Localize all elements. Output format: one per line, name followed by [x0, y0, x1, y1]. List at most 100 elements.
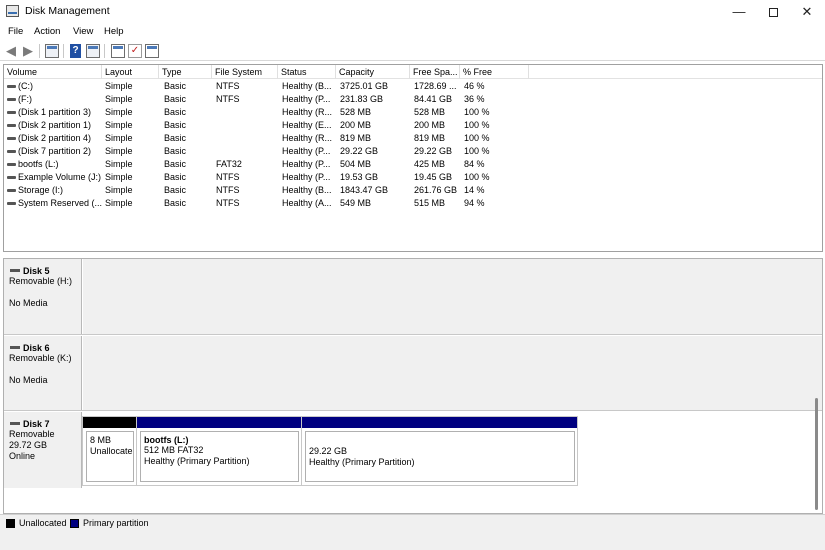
column-header-volume[interactable]: Volume: [4, 65, 102, 79]
disk-media-status: No Media: [9, 375, 48, 385]
table-cell: Basic: [164, 198, 187, 208]
column-header-capacity[interactable]: Capacity: [336, 65, 410, 79]
table-cell: 504 MB: [340, 159, 372, 169]
table-cell: Healthy (R...: [282, 133, 333, 143]
disk-size: 29.72 GB: [9, 440, 48, 450]
table-cell: Basic: [164, 133, 187, 143]
table-cell: Healthy (A...: [282, 198, 332, 208]
column-header-status[interactable]: Status: [278, 65, 336, 79]
table-cell: 100 %: [464, 146, 490, 156]
table-cell: Healthy (E...: [282, 120, 332, 130]
legend-swatch: [70, 519, 79, 529]
rescan-icon[interactable]: [111, 44, 125, 58]
table-cell: (Disk 2 partition 4): [18, 133, 92, 143]
table-row[interactable]: Storage (I:) Simple Basic NTFS Healthy (B...…: [4, 184, 822, 197]
partition-color-bar: [83, 417, 136, 428]
table-cell: (F:): [18, 94, 32, 104]
menu-file[interactable]: File: [8, 26, 23, 37]
table-row[interactable]: (Disk 2 partition 4) Simple Basic Healthy (…: [4, 132, 822, 145]
forward-arrow-icon[interactable]: ▶: [21, 44, 35, 58]
table-cell: 1843.47 GB: [340, 185, 389, 195]
disk-6-row[interactable]: Disk 6 Removable (K:) No Media: [4, 336, 822, 411]
menu-bar: File Action View Help: [0, 23, 825, 41]
table-cell: Basic: [164, 146, 187, 156]
column-header-free-space[interactable]: Free Spa...: [410, 65, 460, 79]
table-cell: Simple: [105, 146, 133, 156]
partition-details: 8 MB Unallocate: [86, 431, 134, 482]
table-row[interactable]: bootfs (L:) Simple Basic FAT32 Healthy (P...…: [4, 158, 822, 171]
column-header-type[interactable]: Type: [159, 65, 212, 79]
maximize-button[interactable]: [756, 0, 790, 23]
volume-icon: [7, 163, 16, 166]
disk-6-info[interactable]: Disk 6 Removable (K:) No Media: [4, 336, 82, 410]
column-header-percent-free[interactable]: % Free: [460, 65, 529, 79]
table-cell: 819 MB: [414, 133, 446, 143]
legend-primary-partition: Primary partition: [70, 518, 149, 529]
table-row[interactable]: (F:) Simple Basic NTFS Healthy (P... 231.83 G…: [4, 93, 822, 106]
volume-list: Volume Layout Type File System Status Ca…: [3, 64, 823, 252]
partition-disk-7-partition-2[interactable]: 29.22 GB Healthy (Primary Partition): [302, 417, 577, 485]
close-button[interactable]: ✕: [790, 0, 824, 23]
table-cell: 14 %: [464, 185, 485, 195]
table-cell: Basic: [164, 107, 187, 117]
table-cell: Basic: [164, 159, 187, 169]
table-row[interactable]: (Disk 7 partition 2) Simple Basic Healthy (…: [4, 145, 822, 158]
disk-5-row[interactable]: Disk 5 Removable (H:) No Media: [4, 259, 822, 335]
partition-status: Healthy (Primary Partition): [309, 457, 415, 467]
toolbar-separator: [104, 44, 105, 58]
partition-color-bar: [302, 417, 577, 428]
partition-bootfs[interactable]: bootfs (L:) 512 MB FAT32 Healthy (Primar…: [137, 417, 302, 485]
disk-type: Removable: [9, 429, 55, 439]
help-icon[interactable]: ?: [70, 44, 81, 58]
partition-unallocated[interactable]: 8 MB Unallocate: [83, 417, 137, 485]
table-cell: 261.76 GB: [414, 185, 458, 195]
toolbar-separator: [39, 44, 40, 58]
table-cell: 84.41 GB: [414, 94, 453, 104]
volume-icon: [7, 124, 16, 127]
table-row[interactable]: Example Volume (J:) Simple Basic NTFS Health…: [4, 171, 822, 184]
table-cell: 94 %: [464, 198, 485, 208]
disk-6-area: [83, 336, 822, 410]
menu-help[interactable]: Help: [104, 26, 124, 37]
minimize-button[interactable]: —: [722, 0, 756, 23]
table-cell: 200 MB: [414, 120, 446, 130]
menu-action[interactable]: Action: [34, 26, 60, 37]
menu-view[interactable]: View: [73, 26, 93, 37]
table-cell: 19.45 GB: [414, 172, 453, 182]
properties-icon[interactable]: [86, 44, 100, 58]
table-row[interactable]: (Disk 2 partition 1) Simple Basic Healthy (…: [4, 119, 822, 132]
disk-status: Online: [9, 451, 36, 461]
table-cell: NTFS: [216, 185, 240, 195]
volume-icon: [7, 189, 16, 192]
table-row[interactable]: System Reserved (... Simple Basic NTFS Healt…: [4, 197, 822, 210]
legend-swatch: [6, 519, 15, 529]
list-view-icon[interactable]: [145, 44, 159, 58]
table-cell: Simple: [105, 107, 133, 117]
column-header-file-system[interactable]: File System: [212, 65, 278, 79]
table-cell: Healthy (P...: [282, 146, 331, 156]
partition-details: 29.22 GB Healthy (Primary Partition): [305, 431, 575, 482]
legend-label: Unallocated: [19, 518, 67, 528]
table-cell: 528 MB: [340, 107, 372, 117]
volume-icon: [7, 202, 16, 205]
table-cell: 549 MB: [340, 198, 372, 208]
checklist-icon[interactable]: ✓: [128, 44, 142, 58]
column-header-layout[interactable]: Layout: [102, 65, 159, 79]
table-row[interactable]: (C:) Simple Basic NTFS Healthy (B... 3725.01 …: [4, 80, 822, 93]
console-tree-icon[interactable]: [45, 44, 59, 58]
table-cell: Simple: [105, 159, 133, 169]
table-cell: Healthy (P...: [282, 172, 331, 182]
back-arrow-icon[interactable]: ◀: [4, 44, 18, 58]
table-cell: 36 %: [464, 94, 485, 104]
table-cell: 19.53 GB: [340, 172, 379, 182]
table-cell: 100 %: [464, 120, 490, 130]
table-cell: Basic: [164, 172, 187, 182]
disk-7-info[interactable]: Disk 7 Removable 29.72 GB Online: [4, 412, 82, 488]
vertical-scrollbar[interactable]: [815, 398, 818, 510]
partition-size: 8 MB: [90, 435, 112, 445]
table-row[interactable]: (Disk 1 partition 3) Simple Basic Healthy (…: [4, 106, 822, 119]
disk-5-info[interactable]: Disk 5 Removable (H:) No Media: [4, 259, 82, 334]
volume-icon: [7, 98, 16, 101]
volume-icon: [7, 85, 16, 88]
table-cell: Basic: [164, 120, 187, 130]
